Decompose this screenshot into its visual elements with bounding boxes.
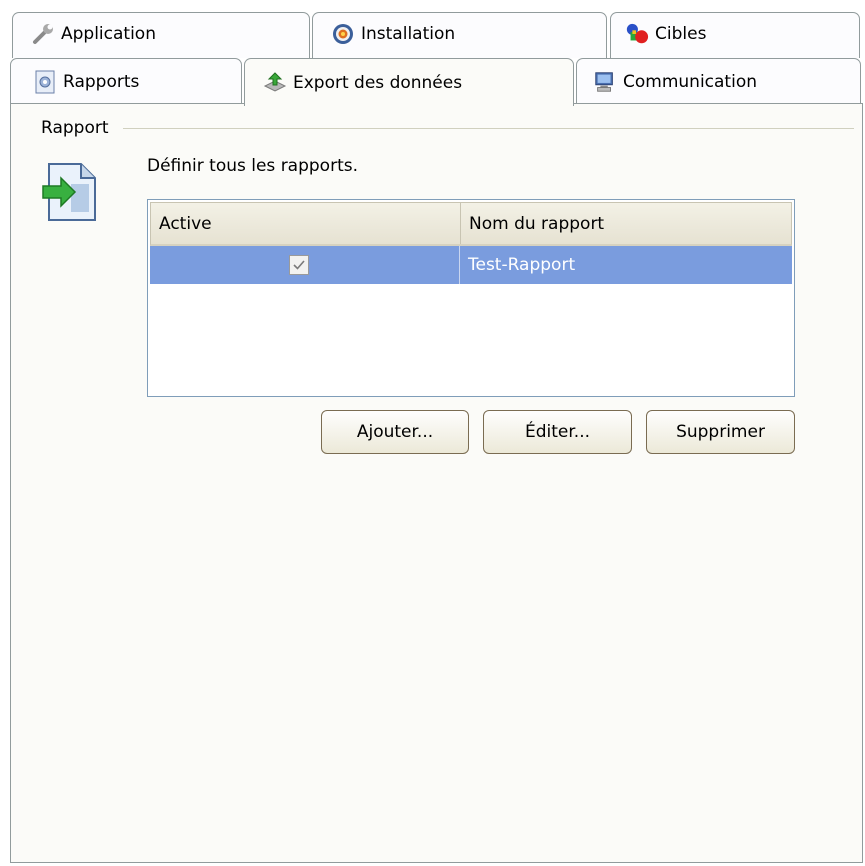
tab-installation-label: Installation — [361, 23, 456, 44]
shapes-icon — [625, 22, 649, 46]
active-checkbox[interactable] — [288, 255, 309, 275]
column-header-active[interactable]: Active — [151, 203, 461, 244]
row-active-cell — [150, 246, 460, 284]
tab-installation[interactable]: Installation — [312, 12, 607, 58]
checkmark-icon — [292, 260, 305, 270]
tab-cibles[interactable]: Cibles — [610, 12, 860, 58]
table-row[interactable]: Test-Rapport — [150, 246, 792, 284]
target-icon — [331, 22, 355, 46]
column-header-name[interactable]: Nom du rapport — [461, 203, 791, 244]
row-name-cell: Test-Rapport — [468, 255, 576, 275]
wrench-icon — [31, 22, 55, 46]
delete-button[interactable]: Supprimer — [646, 410, 795, 454]
computer-icon — [593, 70, 617, 94]
tab-communication-label: Communication — [623, 71, 757, 92]
export-icon — [263, 71, 287, 95]
group-divider — [123, 128, 854, 129]
tab-panel-export: Rapport Définir tous les rapports. Activ… — [10, 103, 863, 863]
group-description: Définir tous les rapports. — [147, 156, 358, 176]
list-header: Active Nom du rapport — [150, 202, 792, 246]
add-button[interactable]: Ajouter... — [321, 410, 469, 454]
tab-communication[interactable]: Communication — [576, 58, 861, 104]
tab-cibles-label: Cibles — [655, 23, 707, 44]
tab-export-des-donnees[interactable]: Export des données — [244, 58, 574, 106]
tab-rapports-label: Rapports — [63, 71, 140, 92]
document-arrow-icon — [41, 160, 101, 229]
edit-button[interactable]: Éditer... — [483, 410, 632, 454]
tab-application-label: Application — [61, 23, 156, 44]
tab-application[interactable]: Application — [12, 12, 310, 58]
tab-export-label: Export des données — [293, 72, 463, 93]
group-title: Rapport — [39, 118, 111, 138]
tab-rapports[interactable]: Rapports — [10, 58, 242, 104]
reports-list[interactable]: Active Nom du rapport Test-Rapport — [147, 199, 795, 397]
report-icon — [33, 70, 57, 94]
